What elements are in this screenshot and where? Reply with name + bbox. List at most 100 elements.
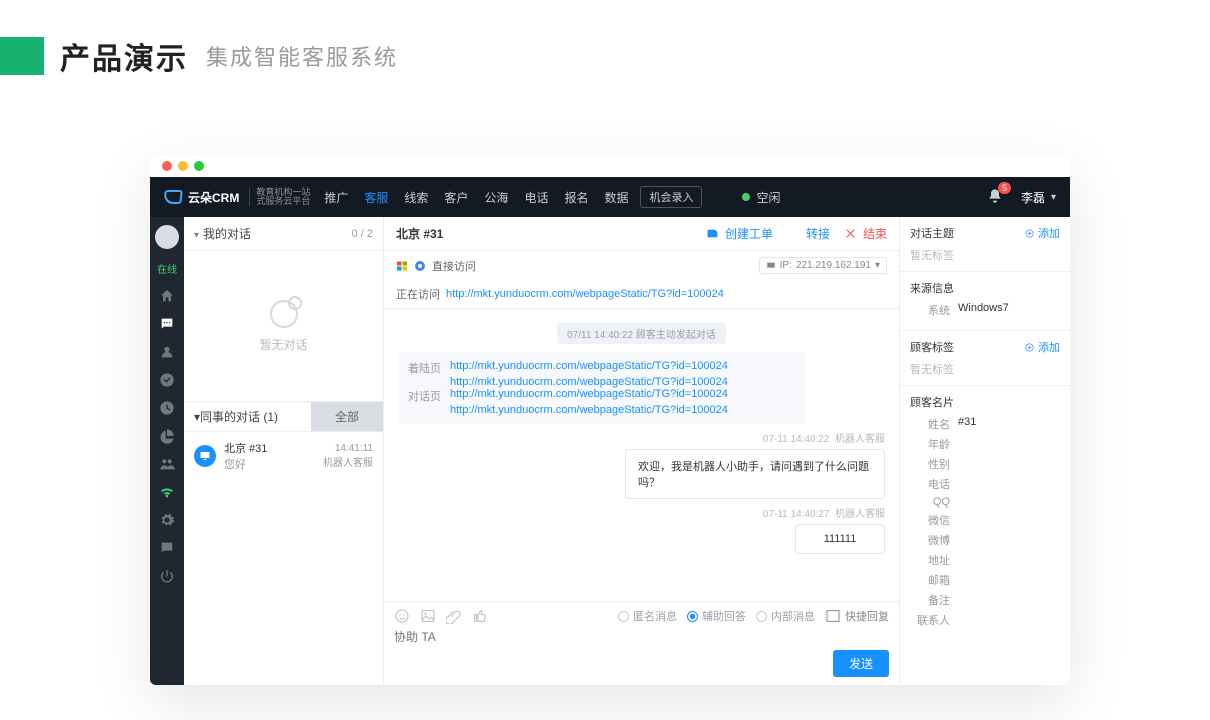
power-icon[interactable] <box>159 568 175 584</box>
landing-link[interactable]: http://mkt.yunduocrm.com/webpageStatic/T… <box>450 376 728 388</box>
anonymous-toggle[interactable]: 匿名消息 <box>618 608 677 624</box>
home-icon[interactable] <box>159 288 175 304</box>
internal-toggle[interactable]: 内部消息 <box>756 608 815 624</box>
message-input[interactable] <box>394 624 889 650</box>
plus-icon <box>1024 228 1035 239</box>
minimize-dot[interactable] <box>178 161 188 171</box>
avatar[interactable] <box>155 225 179 249</box>
person-icon[interactable] <box>159 344 175 360</box>
status-indicator-icon <box>742 193 750 201</box>
accent-block <box>0 37 44 75</box>
close-dot[interactable] <box>162 161 172 171</box>
nav-items: 推广 客服 线索 客户 公海 电话 报名 数据 <box>324 189 628 206</box>
monitor-icon <box>194 445 216 467</box>
current-user[interactable]: 李磊 <box>1021 189 1045 206</box>
nav-signup[interactable]: 报名 <box>564 189 588 206</box>
conv-meta: 14:41:11 机器人客服 <box>323 443 373 469</box>
no-tag: 暂无标签 <box>910 361 1060 377</box>
group-icon[interactable] <box>159 456 175 472</box>
chat-title: 北京 #31 <box>396 225 692 242</box>
page-links-card: 着陆页http://mkt.yunduocrm.com/webpageStati… <box>398 352 805 424</box>
plus-icon <box>1024 342 1035 353</box>
empty-state: 暂无对话 <box>184 251 383 401</box>
empty-text: 暂无对话 <box>259 336 307 353</box>
side-rail: 在线 <box>150 217 184 685</box>
gear-icon[interactable] <box>159 512 175 528</box>
dialog-link[interactable]: http://mkt.yunduocrm.com/webpageStatic/T… <box>450 388 728 404</box>
visit-source-row: 直接访问 IP:221.219.162.191 ▾ <box>384 251 899 280</box>
add-tag-button[interactable]: 添加 <box>1024 339 1060 355</box>
quick-icon <box>825 608 841 624</box>
top-nav: 云朵CRM 教育机构一站式服务云平台 推广 客服 线索 客户 公海 电话 报名 … <box>150 177 1070 217</box>
end-button[interactable]: 结束 <box>844 225 887 242</box>
my-conv-count: 0 / 2 <box>352 228 373 240</box>
chat-body: 07/11 14:40:22 顾客主动发起对话 着陆页http://mkt.yu… <box>384 309 899 601</box>
brand-text: 云朵CRM <box>188 189 239 206</box>
brand-tagline: 教育机构一站式服务云平台 <box>249 188 310 207</box>
chevron-down-icon[interactable]: ▾ <box>1051 192 1056 203</box>
pie-icon[interactable] <box>159 428 175 444</box>
online-status: 在线 <box>157 261 177 276</box>
wifi-icon[interactable] <box>159 484 175 500</box>
logo-icon <box>163 190 182 204</box>
send-button[interactable]: 发送 <box>833 650 889 677</box>
clock-icon[interactable] <box>159 400 175 416</box>
source-header: 来源信息 <box>910 280 954 296</box>
info-column: 对话主题 添加 暂无标签 来源信息 系统Windows7 顾客标签 添加 暂无标… <box>900 217 1070 685</box>
ip-pill[interactable]: IP:221.219.162.191 ▾ <box>759 257 887 274</box>
visit-type: 直接访问 <box>432 258 476 274</box>
transfer-icon <box>787 227 800 240</box>
windows-icon <box>396 260 408 272</box>
zoom-dot[interactable] <box>194 161 204 171</box>
nav-promo[interactable]: 推广 <box>324 189 348 206</box>
dialog-link[interactable]: http://mkt.yunduocrm.com/webpageStatic/T… <box>450 404 728 416</box>
bot-message: 欢迎，我是机器人小助手，请问遇到了什么问题吗？ <box>625 449 885 499</box>
quick-reply-button[interactable]: 快捷回复 <box>825 608 889 624</box>
customer-name: #31 <box>958 416 976 432</box>
visiting-row: 正在访问 http://mkt.yunduocrm.com/webpageSta… <box>384 280 899 309</box>
conversation-item[interactable]: 北京 #31 您好 14:41:11 机器人客服 <box>184 432 383 480</box>
visiting-url[interactable]: http://mkt.yunduocrm.com/webpageStatic/T… <box>446 288 724 300</box>
brand-logo[interactable]: 云朵CRM 教育机构一站式服务云平台 <box>164 188 310 207</box>
chrome-icon <box>414 260 426 272</box>
window-titlebar <box>150 155 1070 177</box>
record-opportunity-button[interactable]: 机会录入 <box>640 186 702 208</box>
chevron-down-icon: ▾ <box>194 230 199 241</box>
tags-header: 顾客标签 <box>910 339 954 355</box>
nav-customers[interactable]: 客户 <box>444 189 468 206</box>
check-circle-icon[interactable] <box>159 372 175 388</box>
status-text: 空闲 <box>756 189 780 206</box>
nav-data[interactable]: 数据 <box>604 189 628 206</box>
conv-subtitle: 您好 <box>224 456 315 472</box>
landing-link[interactable]: http://mkt.yunduocrm.com/webpageStatic/T… <box>450 360 728 376</box>
system-event-pill: 07/11 14:40:22 顾客主动发起对话 <box>557 323 726 344</box>
nav-pool[interactable]: 公海 <box>484 189 508 206</box>
monitor-icon <box>766 261 776 271</box>
chevron-down-icon: ▾ <box>875 260 880 271</box>
all-button[interactable]: 全部 <box>311 402 383 431</box>
nav-leads[interactable]: 线索 <box>404 189 428 206</box>
emoji-icon[interactable] <box>394 608 410 624</box>
thumbs-up-icon[interactable] <box>472 608 488 624</box>
image-icon[interactable] <box>420 608 436 624</box>
page-title: 产品演示 <box>60 34 188 78</box>
transfer-button[interactable]: 转接 <box>787 225 830 242</box>
conversation-column: ▾我的对话 0 / 2 暂无对话 ▾同事的对话 (1) 全部 北京 #31 您好… <box>184 217 384 685</box>
notifications-button[interactable]: 5 <box>987 188 1003 207</box>
add-topic-button[interactable]: 添加 <box>1024 225 1060 241</box>
msg-meta: 07-11 14:40:27 机器人客服 <box>398 505 885 520</box>
chat-header: 北京 #31 创建工单 转接 结束 <box>384 217 899 251</box>
empty-icon <box>270 300 298 328</box>
msg-meta: 07-11 14:40:22 机器人客服 <box>398 430 885 445</box>
attachment-icon[interactable] <box>446 608 462 624</box>
ticket-icon <box>706 227 719 240</box>
chat-icon[interactable] <box>159 316 175 332</box>
my-conversations-header[interactable]: ▾我的对话 0 / 2 <box>184 217 383 251</box>
nav-phone[interactable]: 电话 <box>524 189 548 206</box>
no-tag: 暂无标签 <box>910 247 1060 263</box>
message-icon[interactable] <box>159 540 175 556</box>
assist-toggle[interactable]: 辅助回答 <box>687 608 746 624</box>
slide-header: 产品演示 集成智能客服系统 <box>0 0 1210 108</box>
nav-service[interactable]: 客服 <box>364 189 388 206</box>
create-ticket-button[interactable]: 创建工单 <box>706 225 773 242</box>
